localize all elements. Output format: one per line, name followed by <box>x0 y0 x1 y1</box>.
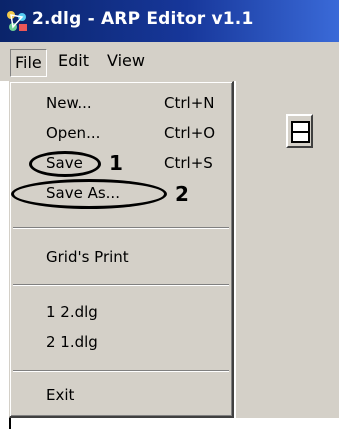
menu-item-shortcut: Ctrl+O <box>164 124 216 142</box>
menu-edit[interactable]: Edit <box>54 47 93 75</box>
menu-item-label: Open... <box>46 124 101 142</box>
toolbar-layout-button[interactable] <box>286 114 313 148</box>
menu-separator <box>13 284 229 286</box>
menu-view[interactable]: View <box>103 47 149 75</box>
menu-item-label: 1 2.dlg <box>46 303 98 321</box>
window-content-area <box>0 418 339 429</box>
menu-item-save-as[interactable]: Save As... <box>10 178 232 208</box>
menu-item-recent-2[interactable]: 2 1.dlg <box>10 327 232 357</box>
callout-number-2: 2 <box>175 182 189 206</box>
arp-editor-icon <box>4 8 30 34</box>
menu-item-shortcut: Ctrl+N <box>164 94 215 112</box>
title-bar: 2.dlg - ARP Editor v1.1 <box>0 0 339 42</box>
menu-bar: File Edit View <box>0 42 339 81</box>
frame-edge <box>9 418 11 429</box>
menu-item-label: 2 1.dlg <box>46 333 98 351</box>
menu-item-label: New... <box>46 94 92 112</box>
menu-item-new[interactable]: New... Ctrl+N <box>10 88 232 118</box>
menu-item-shortcut: Ctrl+S <box>164 154 213 172</box>
menu-item-recent-1[interactable]: 1 2.dlg <box>10 297 232 327</box>
menu-item-exit[interactable]: Exit <box>10 380 232 410</box>
menu-item-label: Save <box>46 154 83 172</box>
menu-item-open[interactable]: Open... Ctrl+O <box>10 118 232 148</box>
menu-separator <box>13 227 229 229</box>
menu-item-grids-print[interactable]: Grid's Print <box>10 242 232 272</box>
file-menu-dropdown: New... Ctrl+N Open... Ctrl+O Save Ctrl+S… <box>9 81 234 418</box>
window-title: 2.dlg - ARP Editor v1.1 <box>32 9 254 29</box>
callout-number-1: 1 <box>109 151 123 175</box>
menu-separator <box>13 370 229 372</box>
menu-item-label: Exit <box>46 386 75 404</box>
menu-item-label: Grid's Print <box>46 248 129 266</box>
menu-item-label: Save As... <box>46 184 120 202</box>
menu-file[interactable]: File <box>10 49 47 77</box>
